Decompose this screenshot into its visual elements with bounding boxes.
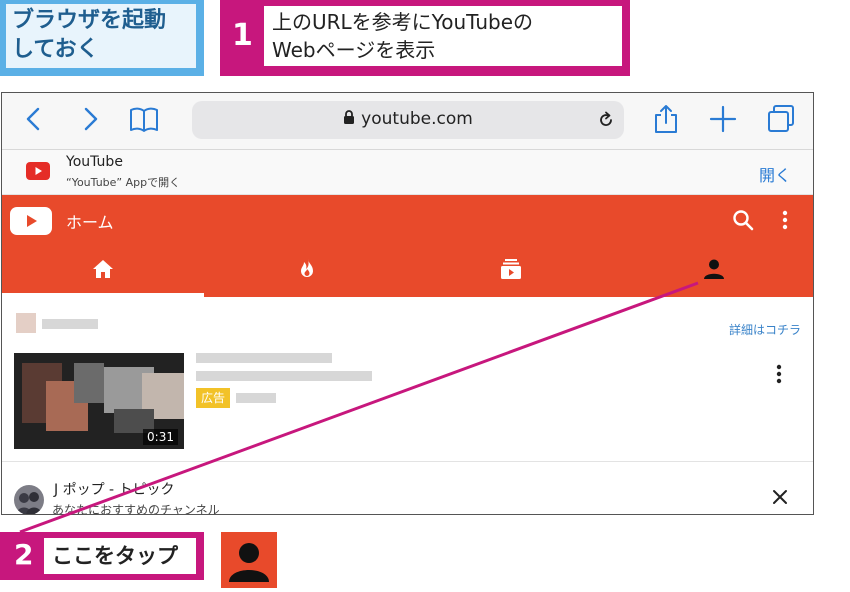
thumbnail-mosaic bbox=[74, 363, 104, 403]
step1-annotation: 1 上のURLを参考にYouTubeの Webページを表示 bbox=[220, 0, 630, 76]
feed-divider bbox=[2, 461, 813, 462]
youtube-header: ホーム bbox=[2, 195, 813, 297]
ad-badge: 広告 bbox=[196, 388, 230, 408]
search-icon[interactable] bbox=[732, 209, 754, 231]
lock-icon bbox=[344, 110, 355, 124]
intro-annotation-text: ブラウザを起動 しておく bbox=[12, 8, 167, 62]
channel-title[interactable]: J ポップ - トピック bbox=[54, 479, 175, 499]
bookmarks-icon[interactable] bbox=[128, 103, 160, 135]
intro-annotation: ブラウザを起動 しておく bbox=[0, 0, 204, 76]
feed: 詳細はコチラ 0:31 広告 J ポップ - トピック あなたにおすすめのチャン… bbox=[2, 297, 813, 515]
address-bar[interactable]: youtube.com bbox=[192, 101, 624, 139]
video-duration: 0:31 bbox=[143, 429, 178, 445]
address-bar-text: youtube.com bbox=[192, 109, 624, 129]
back-icon[interactable] bbox=[18, 103, 50, 135]
advertiser-name-blurred bbox=[42, 319, 98, 329]
ad-source-blurred bbox=[236, 393, 276, 403]
trending-icon[interactable] bbox=[295, 257, 319, 281]
account-icon bbox=[229, 543, 269, 582]
step2-annotation: 2 ここをタップ bbox=[0, 532, 204, 580]
channel-subtitle: あなたにおすすめのチャンネル bbox=[52, 503, 220, 515]
open-in-app-button[interactable]: 開く bbox=[759, 162, 791, 186]
step2-number: 2 bbox=[14, 538, 34, 571]
reload-icon[interactable] bbox=[596, 110, 616, 130]
app-banner: YouTube “YouTube” Appで開く 開く bbox=[2, 150, 813, 195]
step1-annotation-text: 上のURLを参考にYouTubeの Webページを表示 bbox=[272, 10, 534, 62]
more-options-icon[interactable] bbox=[780, 209, 790, 231]
url-text: youtube.com bbox=[361, 109, 473, 129]
youtube-app-icon bbox=[26, 162, 50, 180]
ad-title-blurred bbox=[196, 353, 332, 363]
ad-details-link[interactable]: 詳細はコチラ bbox=[729, 321, 801, 338]
account-icon-callout bbox=[221, 532, 277, 588]
account-icon[interactable] bbox=[702, 257, 726, 281]
browser-screenshot: youtube.com YouTube “YouTube” Appで開く 開く bbox=[1, 92, 814, 515]
forward-icon[interactable] bbox=[74, 103, 106, 135]
share-icon[interactable] bbox=[650, 103, 682, 135]
app-banner-title: YouTube bbox=[66, 154, 123, 170]
channel-avatar[interactable] bbox=[14, 485, 44, 514]
step2-annotation-text: ここをタップ bbox=[52, 544, 178, 568]
youtube-logo[interactable] bbox=[10, 207, 52, 235]
tabs-icon[interactable] bbox=[765, 103, 797, 135]
home-icon[interactable] bbox=[91, 257, 115, 281]
subscriptions-icon[interactable] bbox=[499, 257, 523, 281]
step1-number: 1 bbox=[232, 18, 253, 53]
browser-toolbar: youtube.com bbox=[2, 93, 813, 150]
close-icon[interactable] bbox=[772, 489, 788, 505]
ad-title-blurred bbox=[196, 371, 372, 381]
app-banner-subtitle: “YouTube” Appで開く bbox=[66, 176, 181, 189]
advertiser-avatar bbox=[16, 313, 36, 333]
ad-video-thumbnail[interactable]: 0:31 bbox=[14, 353, 184, 449]
page-title: ホーム bbox=[66, 213, 114, 232]
item-more-icon[interactable] bbox=[774, 363, 784, 385]
new-tab-icon[interactable] bbox=[707, 103, 739, 135]
